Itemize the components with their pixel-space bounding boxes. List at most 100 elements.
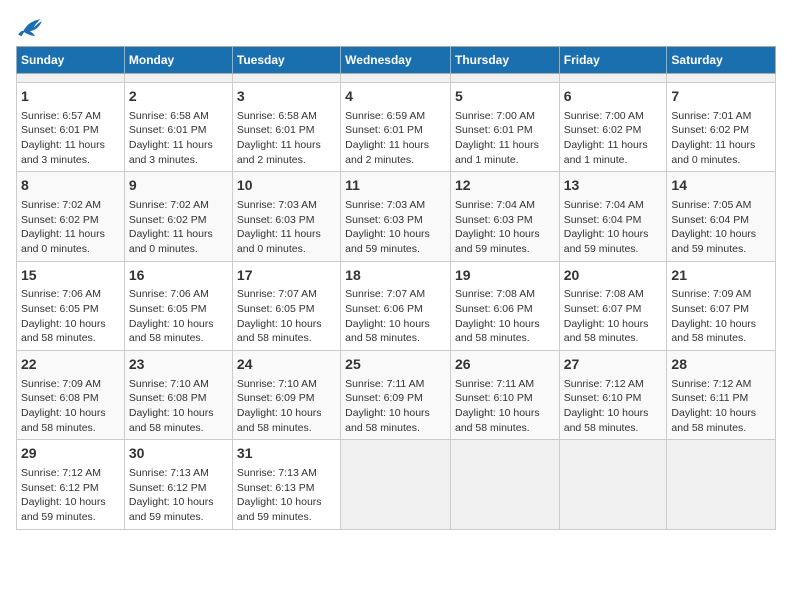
- daylight-text: Daylight: 10 hours and 58 minutes.: [564, 318, 649, 345]
- sunrise-text: Sunrise: 7:13 AM: [129, 467, 209, 479]
- calendar-cell: 3Sunrise: 6:58 AMSunset: 6:01 PMDaylight…: [232, 83, 340, 172]
- calendar-cell: [559, 440, 667, 529]
- calendar-cell: 28Sunrise: 7:12 AMSunset: 6:11 PMDayligh…: [667, 351, 776, 440]
- calendar-week-row: 1Sunrise: 6:57 AMSunset: 6:01 PMDaylight…: [17, 83, 776, 172]
- calendar-cell: 15Sunrise: 7:06 AMSunset: 6:05 PMDayligh…: [17, 261, 125, 350]
- sunrise-text: Sunrise: 7:10 AM: [237, 378, 317, 390]
- sunrise-text: Sunrise: 7:04 AM: [455, 199, 535, 211]
- sunrise-text: Sunrise: 6:57 AM: [21, 110, 101, 122]
- day-number: 21: [671, 266, 771, 286]
- calendar-cell: [667, 440, 776, 529]
- sunrise-text: Sunrise: 7:06 AM: [21, 288, 101, 300]
- sunset-text: Sunset: 6:01 PM: [129, 124, 207, 136]
- calendar-week-row: 8Sunrise: 7:02 AMSunset: 6:02 PMDaylight…: [17, 172, 776, 261]
- daylight-text: Daylight: 11 hours and 1 minute.: [455, 139, 539, 166]
- calendar-cell: [559, 74, 667, 83]
- day-number: 4: [345, 87, 446, 107]
- calendar-cell: 25Sunrise: 7:11 AMSunset: 6:09 PMDayligh…: [341, 351, 451, 440]
- calendar-week-row: 29Sunrise: 7:12 AMSunset: 6:12 PMDayligh…: [17, 440, 776, 529]
- calendar-week-row: 22Sunrise: 7:09 AMSunset: 6:08 PMDayligh…: [17, 351, 776, 440]
- calendar-cell: 24Sunrise: 7:10 AMSunset: 6:09 PMDayligh…: [232, 351, 340, 440]
- calendar-cell: 10Sunrise: 7:03 AMSunset: 6:03 PMDayligh…: [232, 172, 340, 261]
- header-day: Saturday: [667, 47, 776, 74]
- sunrise-text: Sunrise: 7:12 AM: [564, 378, 644, 390]
- daylight-text: Daylight: 10 hours and 59 minutes.: [129, 496, 214, 523]
- calendar-cell: 6Sunrise: 7:00 AMSunset: 6:02 PMDaylight…: [559, 83, 667, 172]
- sunrise-text: Sunrise: 6:58 AM: [129, 110, 209, 122]
- daylight-text: Daylight: 10 hours and 58 minutes.: [21, 407, 106, 434]
- day-number: 7: [671, 87, 771, 107]
- daylight-text: Daylight: 10 hours and 59 minutes.: [564, 228, 649, 255]
- calendar-cell: 19Sunrise: 7:08 AMSunset: 6:06 PMDayligh…: [450, 261, 559, 350]
- sunset-text: Sunset: 6:02 PM: [129, 214, 207, 226]
- calendar-cell: [124, 74, 232, 83]
- daylight-text: Daylight: 10 hours and 58 minutes.: [237, 407, 322, 434]
- calendar-table: SundayMondayTuesdayWednesdayThursdayFrid…: [16, 46, 776, 530]
- daylight-text: Daylight: 11 hours and 0 minutes.: [237, 228, 321, 255]
- sunrise-text: Sunrise: 7:10 AM: [129, 378, 209, 390]
- calendar-cell: [17, 74, 125, 83]
- calendar-cell: 18Sunrise: 7:07 AMSunset: 6:06 PMDayligh…: [341, 261, 451, 350]
- calendar-cell: 7Sunrise: 7:01 AMSunset: 6:02 PMDaylight…: [667, 83, 776, 172]
- page-header: [16, 16, 776, 38]
- daylight-text: Daylight: 10 hours and 59 minutes.: [671, 228, 756, 255]
- calendar-cell: 8Sunrise: 7:02 AMSunset: 6:02 PMDaylight…: [17, 172, 125, 261]
- sunset-text: Sunset: 6:03 PM: [237, 214, 315, 226]
- sunrise-text: Sunrise: 7:06 AM: [129, 288, 209, 300]
- calendar-cell: 9Sunrise: 7:02 AMSunset: 6:02 PMDaylight…: [124, 172, 232, 261]
- sunset-text: Sunset: 6:07 PM: [564, 303, 642, 315]
- calendar-cell: [450, 440, 559, 529]
- sunset-text: Sunset: 6:12 PM: [21, 482, 99, 494]
- day-number: 6: [564, 87, 663, 107]
- calendar-cell: 1Sunrise: 6:57 AMSunset: 6:01 PMDaylight…: [17, 83, 125, 172]
- sunrise-text: Sunrise: 6:58 AM: [237, 110, 317, 122]
- calendar-cell: 30 Sunrise: 7:13 AM Sunset: 6:12 PM Dayligh…: [124, 440, 232, 529]
- day-number: 25: [345, 355, 446, 375]
- day-number: 13: [564, 176, 663, 196]
- header-day: Thursday: [450, 47, 559, 74]
- calendar-cell: 27Sunrise: 7:12 AMSunset: 6:10 PMDayligh…: [559, 351, 667, 440]
- daylight-text: Daylight: 10 hours and 58 minutes.: [129, 407, 214, 434]
- day-number: 23: [129, 355, 228, 375]
- day-number: 2: [129, 87, 228, 107]
- header-day: Monday: [124, 47, 232, 74]
- sunset-text: Sunset: 6:08 PM: [129, 392, 207, 404]
- daylight-text: Daylight: 10 hours and 58 minutes.: [455, 407, 540, 434]
- sunset-text: Sunset: 6:01 PM: [237, 124, 315, 136]
- day-number: 30: [129, 444, 228, 464]
- day-number: 3: [237, 87, 336, 107]
- calendar-week-row: [17, 74, 776, 83]
- calendar-week-row: 15Sunrise: 7:06 AMSunset: 6:05 PMDayligh…: [17, 261, 776, 350]
- sunset-text: Sunset: 6:07 PM: [671, 303, 749, 315]
- sunset-text: Sunset: 6:06 PM: [345, 303, 423, 315]
- sunrise-text: Sunrise: 7:08 AM: [455, 288, 535, 300]
- day-number: 26: [455, 355, 555, 375]
- daylight-text: Daylight: 10 hours and 59 minutes.: [455, 228, 540, 255]
- sunset-text: Sunset: 6:08 PM: [21, 392, 99, 404]
- day-number: 5: [455, 87, 555, 107]
- daylight-text: Daylight: 10 hours and 59 minutes.: [345, 228, 430, 255]
- day-number: 18: [345, 266, 446, 286]
- daylight-text: Daylight: 10 hours and 58 minutes.: [671, 407, 756, 434]
- sunset-text: Sunset: 6:01 PM: [345, 124, 423, 136]
- sunrise-text: Sunrise: 7:03 AM: [345, 199, 425, 211]
- calendar-cell: 16Sunrise: 7:06 AMSunset: 6:05 PMDayligh…: [124, 261, 232, 350]
- calendar-cell: [341, 440, 451, 529]
- daylight-text: Daylight: 11 hours and 3 minutes.: [129, 139, 213, 166]
- day-number: 24: [237, 355, 336, 375]
- sunset-text: Sunset: 6:10 PM: [455, 392, 533, 404]
- sunset-text: Sunset: 6:12 PM: [129, 482, 207, 494]
- day-number: 11: [345, 176, 446, 196]
- calendar-cell: 23 Sunrise: 7:10 AM Sunset: 6:08 PM Dayligh…: [124, 351, 232, 440]
- sunrise-text: Sunrise: 7:04 AM: [564, 199, 644, 211]
- calendar-cell: [667, 74, 776, 83]
- day-number: 28: [671, 355, 771, 375]
- sunset-text: Sunset: 6:03 PM: [455, 214, 533, 226]
- sunrise-text: Sunrise: 7:07 AM: [237, 288, 317, 300]
- sunrise-text: Sunrise: 7:00 AM: [455, 110, 535, 122]
- header-day: Wednesday: [341, 47, 451, 74]
- calendar-cell: [341, 74, 451, 83]
- daylight-text: Daylight: 10 hours and 58 minutes.: [564, 407, 649, 434]
- sunrise-text: Sunrise: 7:08 AM: [564, 288, 644, 300]
- header-day: Sunday: [17, 47, 125, 74]
